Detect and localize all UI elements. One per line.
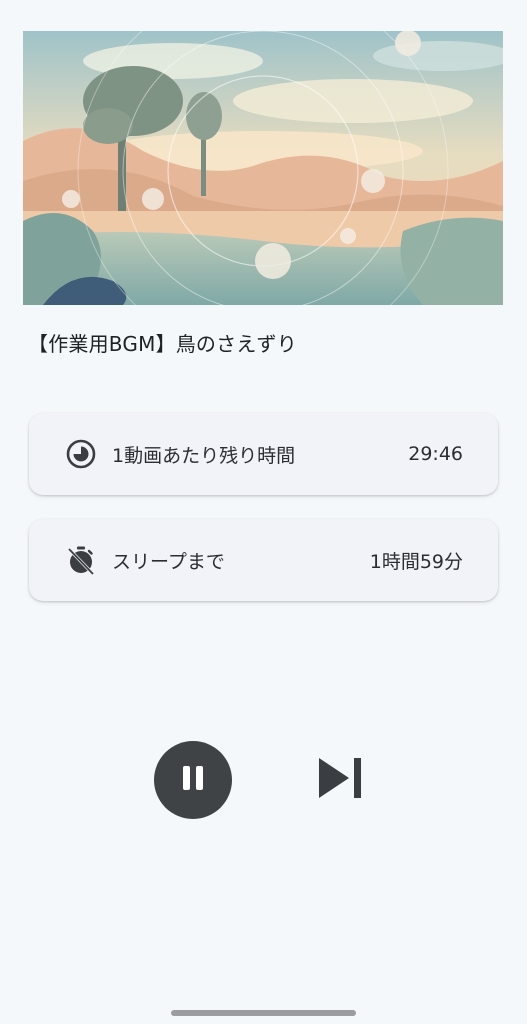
pause-icon — [178, 763, 208, 797]
video-thumbnail[interactable] — [23, 31, 503, 305]
remaining-time-value: 29:46 — [408, 443, 463, 465]
timer-off-icon — [65, 544, 97, 576]
timelapse-icon — [65, 438, 97, 470]
skip-next-button[interactable] — [313, 754, 367, 806]
remaining-time-label: 1動画あたり残り時間 — [112, 444, 296, 467]
thumbnail-illustration — [23, 31, 503, 305]
video-title: 【作業用BGM】鳥のさえずり — [28, 332, 297, 356]
sleep-timer-card[interactable]: スリープまで 1時間59分 — [29, 519, 498, 601]
home-indicator[interactable] — [171, 1010, 356, 1016]
sleep-timer-label: スリープまで — [112, 550, 225, 573]
sleep-timer-value: 1時間59分 — [369, 550, 463, 573]
skip-next-icon — [317, 756, 363, 804]
remaining-time-card: 1動画あたり残り時間 29:46 — [29, 413, 498, 495]
player-screen: 【作業用BGM】鳥のさえずり 1動画あたり残り時間 29:46 スリープまで 1… — [0, 0, 527, 1024]
pause-button[interactable] — [154, 741, 232, 819]
